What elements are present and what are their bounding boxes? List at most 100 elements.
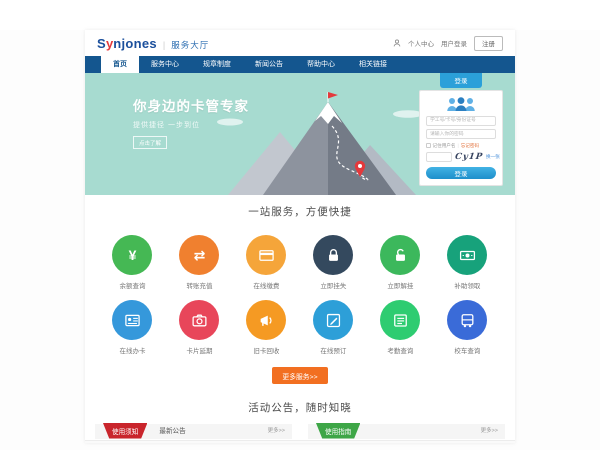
nav-item-help[interactable]: 帮助中心: [295, 56, 347, 73]
service-school-bus-query[interactable]: 校车查询: [434, 300, 501, 355]
service-circle: [447, 300, 487, 340]
logo-text-1: S: [97, 36, 106, 51]
service-label: 旧卡回收: [253, 345, 279, 355]
service-circle: ⇄: [179, 235, 219, 275]
services-section: 一站服务，方便快捷 ¥ 余额查询 ⇄ 转账充值: [85, 195, 515, 384]
login-panel: 登录 记住用户名: [419, 73, 503, 186]
page-cutoff: [85, 440, 515, 443]
service-attendance-query[interactable]: 考勤查询: [367, 300, 434, 355]
hero-banner: 你身边的卡管专家 提供捷径 一步到位 点击了解: [85, 73, 515, 195]
service-label: 立即挂失: [320, 280, 346, 290]
service-circle: [112, 300, 152, 340]
nav-item-service-center[interactable]: 服务中心: [139, 56, 191, 73]
username-input[interactable]: [426, 116, 496, 126]
megaphone-icon: [258, 312, 275, 329]
nav-item-rules[interactable]: 规章制度: [191, 56, 243, 73]
nav-item-links[interactable]: 相关链接: [347, 56, 399, 73]
card-pay-icon: [258, 247, 275, 264]
hero-cta-button[interactable]: 点击了解: [133, 136, 167, 149]
user-login-link[interactable]: 用户登录: [441, 38, 467, 48]
site-header: Synjones | 服务大厅 个人中心 用户登录 注册: [85, 30, 515, 56]
service-label: 立即解挂: [387, 280, 413, 290]
service-circle: ¥: [112, 235, 152, 275]
service-circle: [380, 235, 420, 275]
remember-label: 记住用户名: [433, 143, 456, 149]
service-circle: [179, 300, 219, 340]
logo-accent: y: [106, 36, 113, 51]
site-page: Synjones | 服务大厅 个人中心 用户登录 注册 首页 服务中心 规章制…: [85, 30, 515, 443]
captcha-image[interactable]: Cy1P: [454, 152, 483, 162]
nav-item-home[interactable]: 首页: [101, 56, 139, 73]
announcement-panels: 使用须知 最新公告 更多>> 使用指南 更多>>: [85, 424, 515, 439]
service-label: 余额查询: [119, 280, 145, 290]
yen-icon: ¥: [129, 248, 137, 262]
unlock-icon: [392, 247, 409, 264]
captcha-input[interactable]: [426, 152, 452, 162]
list-icon: [392, 312, 409, 329]
service-subsidy[interactable]: 补助领取: [434, 235, 501, 290]
service-label: 补助领取: [454, 280, 480, 290]
services-title: 一站服务，方便快捷: [85, 204, 515, 219]
forgot-password-link[interactable]: 忘记密码: [461, 143, 479, 149]
service-online-booking[interactable]: 在线预订: [300, 300, 367, 355]
service-label: 卡片延期: [186, 345, 212, 355]
transfer-icon: ⇄: [194, 248, 206, 262]
service-label: 在线办卡: [119, 345, 145, 355]
service-card-recycle[interactable]: 旧卡回收: [233, 300, 300, 355]
login-submit-button[interactable]: 登录: [426, 167, 496, 179]
service-transfer-recharge[interactable]: ⇄ 转账充值: [166, 235, 233, 290]
service-circle: [246, 235, 286, 275]
more-guides-link[interactable]: 更多>>: [481, 424, 498, 439]
service-label: 校车查询: [454, 345, 480, 355]
site-name: 服务大厅: [171, 39, 209, 51]
card-apply-icon: [124, 312, 141, 329]
personal-center-link[interactable]: 个人中心: [408, 38, 434, 48]
service-circle: [380, 300, 420, 340]
service-circle: [447, 235, 487, 275]
logo-text-2: njones: [113, 36, 157, 51]
announcements-title: 活动公告，随时知晓: [85, 400, 515, 415]
change-captcha-link[interactable]: 换一张: [486, 154, 500, 160]
edit-icon: [325, 312, 342, 329]
announcement-panel-left: 使用须知 最新公告 更多>>: [95, 424, 292, 439]
nav-item-news[interactable]: 新闻公告: [243, 56, 295, 73]
logo[interactable]: Synjones | 服务大厅: [97, 36, 209, 51]
service-circle: [313, 235, 353, 275]
hero-text: 你身边的卡管专家 提供捷径 一步到位 点击了解: [133, 95, 249, 150]
more-announcements-link[interactable]: 更多>>: [268, 424, 285, 439]
more-services-button[interactable]: 更多服务>>: [272, 367, 327, 384]
panel-tab-bar: 使用须知 最新公告 更多>>: [95, 424, 292, 439]
password-input[interactable]: [426, 129, 496, 139]
announcements-section: 活动公告，随时知晓 使用须知 最新公告 更多>> 使用指南 更多>>: [85, 400, 515, 443]
remember-row: 记住用户名 | 忘记密码: [426, 143, 496, 149]
lock-icon: [325, 247, 342, 264]
service-label: 在线缴费: [253, 280, 279, 290]
service-label: 在线预订: [320, 345, 346, 355]
service-apply-card[interactable]: 在线办卡: [99, 300, 166, 355]
header-right: 个人中心 用户登录 注册: [393, 36, 503, 51]
service-report-loss[interactable]: 立即挂失: [300, 235, 367, 290]
service-unfreeze[interactable]: 立即解挂: [367, 235, 434, 290]
banknote-icon: [459, 247, 476, 264]
service-card-extension[interactable]: 卡片延期: [166, 300, 233, 355]
service-online-payment[interactable]: 在线缴费: [233, 235, 300, 290]
service-label: 转账充值: [186, 280, 212, 290]
user-icon: [393, 39, 401, 47]
panel-tab-bar: 使用指南 更多>>: [308, 424, 505, 439]
hero-subtitle: 提供捷径 一步到位: [133, 120, 249, 130]
service-balance-query[interactable]: ¥ 余额查询: [99, 235, 166, 290]
captcha-row: Cy1P 换一张: [426, 152, 496, 162]
announcement-panel-right: 使用指南 更多>>: [308, 424, 505, 439]
tab-usage-guide[interactable]: 使用指南: [316, 423, 360, 439]
tab-latest-news[interactable]: 最新公告: [159, 424, 185, 439]
login-tab[interactable]: 登录: [440, 73, 482, 88]
register-button[interactable]: 注册: [474, 36, 503, 51]
page-canvas: Synjones | 服务大厅 个人中心 用户登录 注册 首页 服务中心 规章制…: [0, 30, 600, 450]
service-circle: [313, 300, 353, 340]
logo-divider: |: [163, 40, 165, 50]
remember-checkbox[interactable]: [426, 143, 431, 148]
login-form: 记住用户名 | 忘记密码 Cy1P 换一张 登录: [419, 90, 503, 186]
services-grid: ¥ 余额查询 ⇄ 转账充值: [85, 225, 515, 355]
tab-usage-notice[interactable]: 使用须知: [103, 423, 147, 439]
camera-icon: [191, 312, 208, 329]
